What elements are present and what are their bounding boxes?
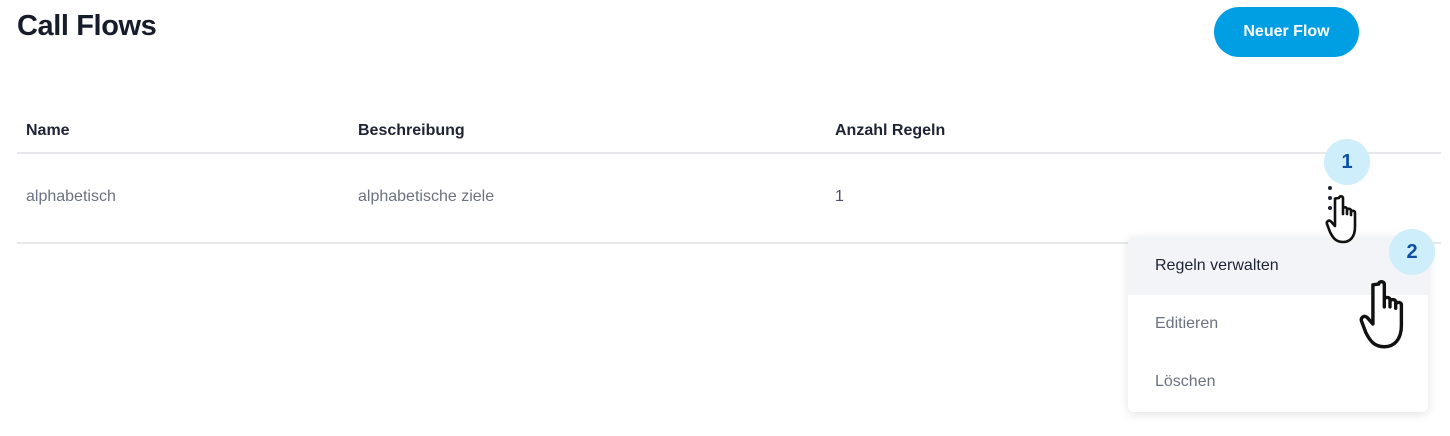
column-header-description[interactable]: Beschreibung <box>358 122 465 140</box>
call-flows-page: Call Flows Neuer Flow Name Beschreibung … <box>0 0 1450 436</box>
row-description-cell: alphabetische ziele <box>358 188 495 205</box>
step-badge-1: 1 <box>1324 139 1370 185</box>
column-header-name[interactable]: Name <box>26 122 70 140</box>
column-header-rule-count[interactable]: Anzahl Regeln <box>835 122 945 140</box>
hand-pointer-icon <box>1325 195 1357 244</box>
menu-item-label: Regeln verwalten <box>1155 257 1279 274</box>
new-flow-button[interactable]: Neuer Flow <box>1214 7 1359 57</box>
hand-pointer-icon <box>1359 280 1404 349</box>
table-header: Name Beschreibung Anzahl Regeln <box>17 106 1441 154</box>
page-title: Call Flows <box>17 10 157 42</box>
row-name-cell: alphabetisch <box>26 188 116 205</box>
menu-item-label: Löschen <box>1155 373 1216 390</box>
menu-item-label: Editieren <box>1155 315 1219 332</box>
row-rule-count-cell: 1 <box>835 188 844 205</box>
menu-item-delete[interactable]: Löschen <box>1128 353 1428 411</box>
call-flows-table: Name Beschreibung Anzahl Regeln alphabet… <box>17 106 1441 244</box>
table-row[interactable]: alphabetisch alphabetische ziele 1 <box>17 154 1441 244</box>
step-badge-2: 2 <box>1389 229 1435 275</box>
